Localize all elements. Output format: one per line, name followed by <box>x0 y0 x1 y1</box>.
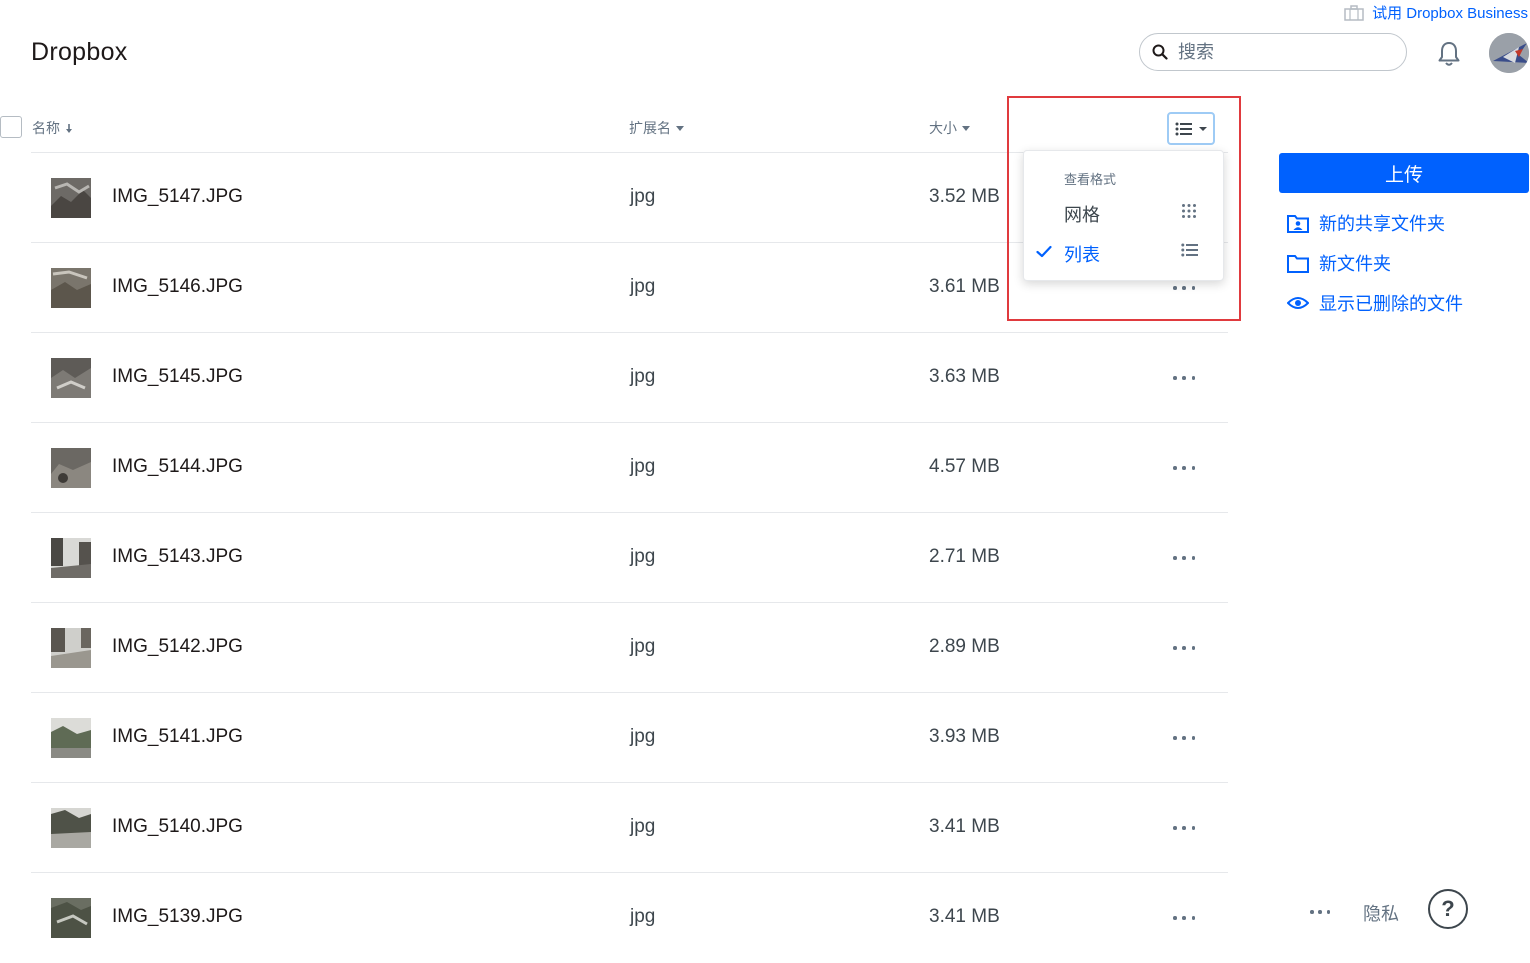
column-header-name[interactable]: 名称 <box>32 118 74 138</box>
checkmark-icon <box>1036 245 1052 258</box>
file-size: 3.41 MB <box>929 906 1000 927</box>
new-shared-folder-label: 新的共享文件夹 <box>1319 214 1445 234</box>
file-name[interactable]: IMG_5139.JPG <box>112 906 243 928</box>
more-options-icon[interactable] <box>1173 458 1195 478</box>
notification-bell-icon[interactable] <box>1435 40 1463 68</box>
view-switch-button[interactable] <box>1167 112 1215 145</box>
file-name[interactable]: IMG_5141.JPG <box>112 726 243 748</box>
file-thumbnail <box>51 808 91 848</box>
column-size-label: 大小 <box>929 120 957 136</box>
avatar[interactable] <box>1489 33 1529 73</box>
list-view-icon <box>1181 243 1198 257</box>
file-size: 2.71 MB <box>929 546 1000 567</box>
table-row[interactable]: IMG_5142.JPG jpg 2.89 MB <box>31 603 1228 693</box>
file-name[interactable]: IMG_5147.JPG <box>112 186 243 208</box>
table-row[interactable]: IMG_5140.JPG jpg 3.41 MB <box>31 783 1228 873</box>
menu-title: 查看格式 <box>1064 172 1117 187</box>
column-header-ext[interactable]: 扩展名 <box>629 118 685 138</box>
select-all-checkbox[interactable] <box>0 116 22 138</box>
new-shared-folder-link[interactable]: 新的共享文件夹 <box>1287 210 1445 236</box>
table-row[interactable]: IMG_5144.JPG jpg 4.57 MB <box>31 423 1228 513</box>
list-view-icon <box>1175 122 1192 135</box>
table-row[interactable]: IMG_5143.JPG jpg 2.71 MB <box>31 513 1228 603</box>
more-options-icon[interactable] <box>1173 818 1195 838</box>
try-business-link[interactable]: 试用 Dropbox Business <box>1344 2 1528 23</box>
file-extension: jpg <box>630 276 656 297</box>
caret-down-icon <box>1199 126 1207 131</box>
file-size: 3.61 MB <box>929 276 1000 297</box>
folder-icon <box>1287 255 1309 273</box>
file-extension: jpg <box>630 366 656 387</box>
app-title: Dropbox <box>31 38 128 66</box>
file-name[interactable]: IMG_5143.JPG <box>112 546 243 568</box>
file-size: 2.89 MB <box>929 636 1000 657</box>
file-extension: jpg <box>630 546 656 567</box>
new-folder-label: 新文件夹 <box>1319 254 1391 274</box>
show-deleted-files-label: 显示已删除的文件 <box>1319 294 1463 314</box>
file-name[interactable]: IMG_5142.JPG <box>112 636 243 658</box>
sort-down-arrow-icon <box>66 124 72 133</box>
column-header-size[interactable]: 大小 <box>929 118 971 138</box>
column-ext-label: 扩展名 <box>629 120 671 136</box>
menu-item-grid[interactable]: 网格 <box>1024 194 1223 230</box>
caret-down-icon <box>962 126 970 131</box>
more-options-icon[interactable] <box>1173 368 1195 388</box>
file-size: 4.57 MB <box>929 456 1000 477</box>
help-button[interactable]: ? <box>1428 889 1468 929</box>
file-extension: jpg <box>630 636 656 657</box>
privacy-link[interactable]: 隐私 <box>1363 900 1399 926</box>
more-options-icon[interactable] <box>1173 728 1195 748</box>
more-options-icon[interactable] <box>1173 548 1195 568</box>
file-extension: jpg <box>630 456 656 477</box>
file-size: 3.63 MB <box>929 366 1000 387</box>
search-box[interactable] <box>1139 33 1407 71</box>
file-size: 3.52 MB <box>929 186 1000 207</box>
file-size: 3.93 MB <box>929 726 1000 747</box>
file-thumbnail <box>51 718 91 758</box>
file-thumbnail <box>51 628 91 668</box>
file-thumbnail <box>51 268 91 308</box>
new-folder-link[interactable]: 新文件夹 <box>1287 250 1391 276</box>
file-name[interactable]: IMG_5140.JPG <box>112 816 243 838</box>
file-thumbnail <box>51 898 91 938</box>
table-row[interactable]: IMG_5145.JPG jpg 3.63 MB <box>31 333 1228 423</box>
file-extension: jpg <box>630 906 656 927</box>
file-thumbnail <box>51 178 91 218</box>
file-extension: jpg <box>630 816 656 837</box>
file-extension: jpg <box>630 186 656 207</box>
upload-button[interactable]: 上传 <box>1279 153 1529 193</box>
grid-view-icon <box>1182 204 1196 218</box>
eye-icon <box>1287 297 1309 309</box>
caret-down-icon <box>676 126 684 131</box>
more-options-icon[interactable] <box>1173 638 1195 658</box>
try-business-label: 试用 Dropbox Business <box>1372 5 1528 22</box>
show-deleted-files-link[interactable]: 显示已删除的文件 <box>1287 290 1463 316</box>
search-input[interactable] <box>1176 40 1380 64</box>
more-options-icon[interactable] <box>1173 908 1195 928</box>
file-name[interactable]: IMG_5144.JPG <box>112 456 243 478</box>
menu-item-list-label: 列表 <box>1064 245 1100 265</box>
view-format-menu: 查看格式 网格 列表 <box>1023 150 1224 281</box>
file-name[interactable]: IMG_5145.JPG <box>112 366 243 388</box>
file-extension: jpg <box>630 726 656 747</box>
table-row[interactable]: IMG_5141.JPG jpg 3.93 MB <box>31 693 1228 783</box>
file-thumbnail <box>51 358 91 398</box>
table-row[interactable]: IMG_5139.JPG jpg 3.41 MB <box>31 873 1228 963</box>
briefcase-icon <box>1344 4 1364 21</box>
avatar-image <box>1489 33 1529 73</box>
file-thumbnail <box>51 448 91 488</box>
search-icon <box>1152 44 1168 60</box>
shared-folder-icon <box>1287 215 1309 233</box>
file-size: 3.41 MB <box>929 816 1000 837</box>
footer-more-icon[interactable] <box>1310 902 1330 922</box>
menu-item-list[interactable]: 列表 <box>1024 234 1223 270</box>
menu-item-grid-label: 网格 <box>1064 205 1100 225</box>
column-name-label: 名称 <box>32 120 60 136</box>
file-thumbnail <box>51 538 91 578</box>
file-name[interactable]: IMG_5146.JPG <box>112 276 243 298</box>
